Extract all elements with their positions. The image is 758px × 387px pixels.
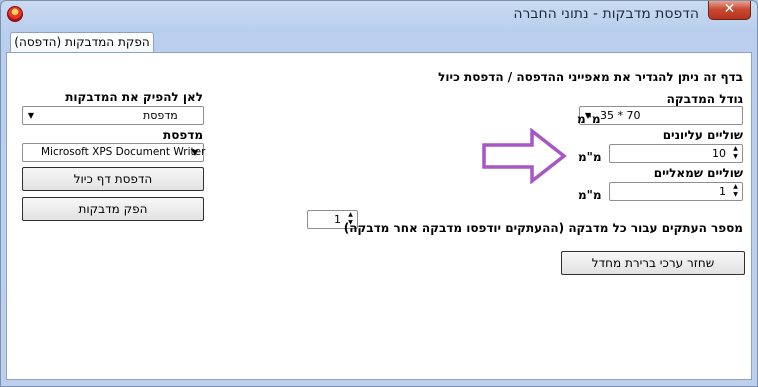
close-button[interactable]: ✕ bbox=[708, 1, 751, 20]
top-margin-unit: מ"מ bbox=[578, 150, 602, 164]
top-margin-label: שוליים עליונים bbox=[662, 128, 743, 142]
intro-text: בדף זה ניתן להגדיר את מאפייני ההדפסה / ה… bbox=[438, 70, 743, 84]
top-margin-stepper[interactable]: 10 ▲ ▼ bbox=[609, 144, 743, 163]
window-title: הדפסת מדבקות - נתוני החברה bbox=[513, 6, 699, 22]
title-bar: הדפסת מדבקות - נתוני החברה ✕ bbox=[1, 1, 757, 29]
output-select[interactable]: ▼ מדפסת bbox=[22, 106, 204, 125]
label-size-value: 35 * 70 bbox=[600, 109, 641, 122]
top-margin-value: 10 bbox=[712, 147, 726, 160]
restore-defaults-button[interactable]: שחזר ערכי ברירת מחדל bbox=[561, 251, 745, 275]
spin-updown-icon[interactable]: ▲ ▼ bbox=[730, 183, 741, 200]
label-size-label: גודל המדבקה bbox=[666, 92, 743, 106]
left-margin-label: שוליים שמאליים bbox=[653, 166, 743, 180]
main-panel: בדף זה ניתן להגדיר את מאפייני ההדפסה / ה… bbox=[6, 52, 752, 380]
arrow-annotation-icon bbox=[482, 128, 567, 184]
copies-value: 1 bbox=[334, 213, 341, 226]
arrow-shape bbox=[482, 128, 567, 184]
output-label: לאן להפיק את המדבקות bbox=[65, 90, 203, 104]
tab-print-labels[interactable]: הפקת המדבקות (הדפסה) bbox=[10, 32, 154, 53]
chevron-down-icon[interactable]: ▼ bbox=[24, 107, 38, 124]
left-margin-stepper[interactable]: 1 ▲ ▼ bbox=[609, 182, 743, 201]
produce-labels-button[interactable]: הפק מדבקות bbox=[22, 197, 204, 221]
copies-label: מספר העתקים עבור כל מדבקה (ההעתקים יודפס… bbox=[343, 221, 743, 235]
label-size-unit: מ"מ bbox=[577, 112, 601, 126]
printer-select[interactable]: Microsoft XPS Document Writer ▼ bbox=[22, 143, 206, 162]
label-size-select[interactable]: ▼ 35 * 70 bbox=[579, 106, 743, 125]
app-window: הדפסת מדבקות - נתוני החברה ✕ הפקת המדבקו… bbox=[0, 0, 758, 387]
printer-label: מדפסת bbox=[163, 128, 203, 142]
chevron-down-icon[interactable]: ▼ bbox=[188, 144, 202, 161]
spin-updown-icon[interactable]: ▲ ▼ bbox=[730, 145, 741, 162]
output-value: מדפסת bbox=[143, 109, 178, 122]
left-margin-unit: מ"מ bbox=[578, 188, 602, 202]
printer-value: Microsoft XPS Document Writer bbox=[41, 146, 206, 158]
left-margin-value: 1 bbox=[719, 185, 726, 198]
app-logo-icon bbox=[7, 6, 23, 22]
print-calibration-button[interactable]: הדפסת דף כיול bbox=[22, 167, 204, 191]
